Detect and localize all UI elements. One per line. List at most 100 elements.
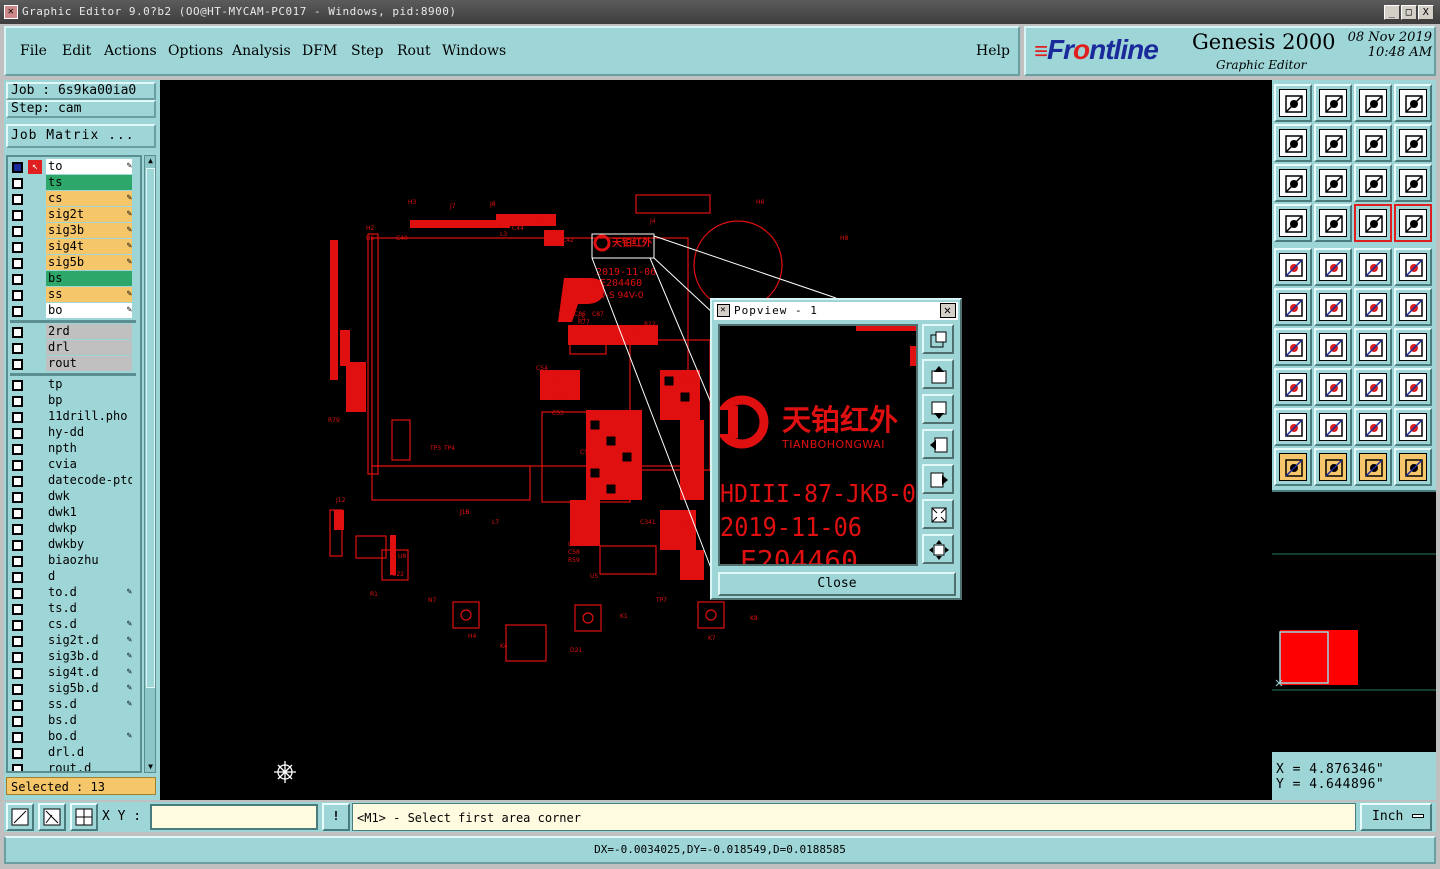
layer-row-dwk[interactable]: dwk	[10, 489, 134, 505]
tool-button-connect[interactable]	[1274, 288, 1312, 326]
tool-button-traffic-alt[interactable]	[1394, 204, 1432, 242]
layer-checkbox[interactable]	[12, 178, 23, 189]
menu-file[interactable]: File	[20, 43, 47, 59]
tool-button-mirror[interactable]	[1394, 328, 1432, 366]
layer-checkbox[interactable]	[12, 716, 23, 727]
layer-row-to[interactable]: ↖ to ✎	[10, 159, 134, 175]
popview-zoom-fit-button[interactable]	[922, 324, 954, 354]
layer-row-ss[interactable]: ss ✎	[10, 287, 134, 303]
layer-checkbox[interactable]	[12, 540, 23, 551]
menu-analysis[interactable]: Analysis	[232, 43, 291, 59]
measure-button[interactable]	[38, 803, 66, 831]
layer-row-sig2t[interactable]: sig2t ✎	[10, 207, 134, 223]
scroll-down-icon[interactable]: ▼	[146, 762, 155, 772]
layer-checkbox[interactable]	[12, 684, 23, 695]
layer-row-dwk1[interactable]: dwk1	[10, 505, 134, 521]
layer-checkbox[interactable]	[12, 444, 23, 455]
tool-button-select-area[interactable]	[1314, 448, 1352, 486]
layer-checkbox[interactable]	[12, 162, 23, 173]
layer-checkbox[interactable]	[12, 412, 23, 423]
layer-row-hy-dd[interactable]: hy-dd	[10, 425, 134, 441]
tool-button-separator[interactable]	[1314, 368, 1352, 406]
layer-checkbox[interactable]	[12, 460, 23, 471]
tool-button-next[interactable]	[1314, 124, 1352, 162]
layer-checkbox[interactable]	[12, 764, 23, 771]
tool-button-ruler[interactable]	[1354, 248, 1392, 286]
popview-viewport[interactable]: 天铂红外 TIANBOHONGWAI HDIII-87-JKB-0 2019-1…	[718, 324, 918, 566]
layer-checkbox[interactable]	[12, 492, 23, 503]
layer-checkbox[interactable]	[12, 604, 23, 615]
tool-button-probe[interactable]	[1314, 204, 1352, 242]
layer-checkbox[interactable]	[12, 652, 23, 663]
layer-checkbox[interactable]	[12, 327, 23, 338]
layer-row-cs-d[interactable]: cs.d ✎	[10, 617, 134, 633]
tool-button-traffic[interactable]	[1354, 204, 1392, 242]
layer-checkbox[interactable]	[12, 588, 23, 599]
tool-button-tri-a[interactable]	[1274, 408, 1312, 446]
tool-button-window[interactable]	[1394, 84, 1432, 122]
popview-menu-icon[interactable]: ✕	[717, 304, 730, 317]
layer-checkbox[interactable]	[12, 668, 23, 679]
layer-row-bs-d[interactable]: bs.d	[10, 713, 134, 729]
layer-row-sig4t-d[interactable]: sig4t.d ✎	[10, 665, 134, 681]
layer-checkbox[interactable]	[12, 556, 23, 567]
layer-checkbox[interactable]	[12, 343, 23, 354]
layer-row-sig5b[interactable]: sig5b ✎	[10, 255, 134, 271]
layer-row-sig4t[interactable]: sig4t ✎	[10, 239, 134, 255]
tool-button-select-path[interactable]	[1394, 448, 1432, 486]
tool-button-pad[interactable]	[1274, 248, 1312, 286]
tool-button-snap[interactable]	[1274, 204, 1312, 242]
layer-checkbox[interactable]	[12, 194, 23, 205]
layer-checkbox[interactable]	[12, 508, 23, 519]
tool-button-line[interactable]	[1314, 328, 1352, 366]
warning-button[interactable]: !	[322, 803, 350, 831]
layer-row-to-d[interactable]: to.d ✎	[10, 585, 134, 601]
job-matrix-button[interactable]: Job Matrix ...	[6, 124, 156, 148]
layer-checkbox[interactable]	[12, 700, 23, 711]
tool-button-open-layer[interactable]	[1314, 84, 1352, 122]
tool-button-drag[interactable]	[1394, 288, 1432, 326]
menu-rout[interactable]: Rout	[397, 43, 431, 59]
layer-checkbox[interactable]	[12, 306, 23, 317]
tool-button-swap[interactable]	[1354, 124, 1392, 162]
popview-close-button[interactable]: Close	[718, 572, 956, 596]
menu-help[interactable]: Help	[976, 43, 1010, 59]
popview-title-bar[interactable]: ✕ Popview - 1 ✕	[714, 302, 958, 320]
layer-row-bo[interactable]: bo ✎	[10, 303, 134, 319]
xy-input[interactable]	[150, 804, 318, 830]
layer-row-bp[interactable]: bp	[10, 393, 134, 409]
tool-button-move[interactable]	[1354, 288, 1392, 326]
layer-row-rout[interactable]: rout	[10, 356, 134, 372]
app-icon[interactable]: ✕	[4, 5, 18, 19]
layer-row-ts-d[interactable]: ts.d	[10, 601, 134, 617]
layer-row-npth[interactable]: npth	[10, 441, 134, 457]
tool-button-fit[interactable]	[1274, 164, 1312, 202]
tool-button-cross[interactable]	[1314, 288, 1352, 326]
popview-pan-up-button[interactable]	[922, 359, 954, 389]
tool-button-select[interactable]	[1274, 448, 1312, 486]
layer-list-scrollbar[interactable]: ▲ ▼	[144, 155, 156, 773]
popview-pan-left-button[interactable]	[922, 429, 954, 459]
layer-checkbox[interactable]	[12, 290, 23, 301]
menu-step[interactable]: Step	[351, 43, 383, 59]
popview-zoom-out-button[interactable]	[922, 534, 954, 564]
layer-checkbox[interactable]	[12, 732, 23, 743]
tool-button-circle-pad[interactable]	[1394, 248, 1432, 286]
overview-map[interactable]	[1272, 490, 1436, 752]
tool-button-open-step[interactable]	[1274, 84, 1312, 122]
layer-row-d[interactable]: d	[10, 569, 134, 585]
layer-row-sig3b[interactable]: sig3b ✎	[10, 223, 134, 239]
layer-checkbox[interactable]	[12, 476, 23, 487]
popview-close-icon[interactable]: ✕	[940, 303, 956, 318]
tool-button-home[interactable]	[1354, 84, 1392, 122]
close-window-button[interactable]: X	[1418, 5, 1434, 20]
layer-row-dwkby[interactable]: dwkby	[10, 537, 134, 553]
layer-row-11drill-pho[interactable]: 11drill.pho	[10, 409, 134, 425]
layer-row-cs[interactable]: cs ✎	[10, 191, 134, 207]
popview-pan-right-button[interactable]	[922, 464, 954, 494]
layer-checkbox[interactable]	[12, 274, 23, 285]
layer-checkbox[interactable]	[12, 226, 23, 237]
layer-row-cvia[interactable]: cvia	[10, 457, 134, 473]
tool-button-target[interactable]	[1354, 368, 1392, 406]
popview-zoom-in-button[interactable]	[922, 499, 954, 529]
